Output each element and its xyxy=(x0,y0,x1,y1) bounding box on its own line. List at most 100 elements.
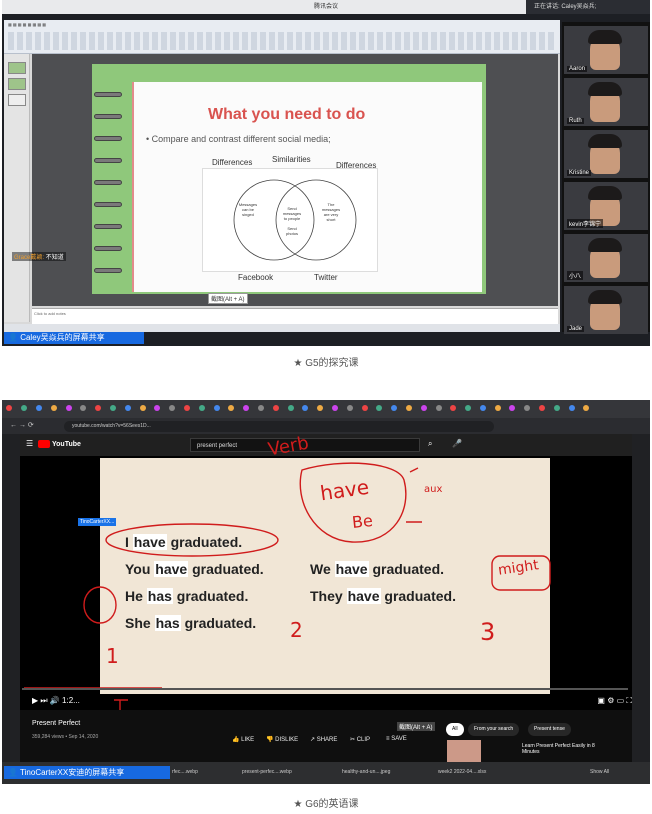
next-icon[interactable]: ⏭ xyxy=(40,696,47,705)
binder-ring xyxy=(94,158,122,163)
settings-icon[interactable]: ⚙ xyxy=(607,696,614,705)
participant-tile[interactable]: kevin李锦宁 xyxy=(564,182,648,230)
ink-be: Be xyxy=(351,510,374,533)
clip-button[interactable]: ✂ CLIP xyxy=(350,736,370,743)
participant-name: Jade xyxy=(567,326,585,332)
annotation-dashes xyxy=(406,467,422,523)
screen-share-banner[interactable]: 👤 TinoCarterXX安迪的屏幕共享 xyxy=(4,766,170,779)
ribbon-tabs[interactable]: ▦ ▦ ▦ ▦ ▦ ▦ ▦ ▦ xyxy=(8,22,46,27)
venn-label-left: Differences xyxy=(212,158,253,167)
participant-tile[interactable]: Jade xyxy=(564,286,648,334)
meeting-screenshot-1: 腾讯会议 正在讲话: Caley吴焱兵; ▦ ▦ ▦ ▦ ▦ ▦ ▦ ▦ Cli… xyxy=(2,0,650,346)
show-all-button[interactable]: Show All xyxy=(590,769,609,775)
binder-ring xyxy=(94,202,122,207)
participant-tile[interactable]: Kristine xyxy=(564,130,648,178)
scissors-icon: ✂ xyxy=(350,737,356,743)
play-icon[interactable]: ▶ xyxy=(32,696,38,705)
user-icon: 👤 xyxy=(8,333,18,342)
ribbon-tools[interactable] xyxy=(8,32,556,50)
hair xyxy=(588,134,622,148)
binder-ring xyxy=(94,92,122,97)
participant-tile[interactable]: 小八 xyxy=(564,234,648,282)
download-item[interactable]: rfec....webp xyxy=(172,769,198,775)
save-label: SAVE xyxy=(391,736,407,742)
binder-ring xyxy=(94,180,122,185)
venn-center-text-1: Send messages to people xyxy=(282,206,302,221)
chip-present-tense[interactable]: Present tense xyxy=(528,723,571,736)
recommended-title[interactable]: Learn Present Perfect Easily in 8 Minute… xyxy=(522,743,612,755)
caption-g5: ★ G5的探究课 xyxy=(293,358,359,369)
venn-label-middle: Similarities xyxy=(272,155,311,164)
screenshot-tooltip: 截图(Alt + A) xyxy=(208,293,248,304)
time-display: 1:2... xyxy=(62,696,80,705)
venn-right-text: The messages are very short xyxy=(321,202,341,222)
share-icon: ↗ xyxy=(310,737,316,743)
chat-user: Grace戴颖: xyxy=(14,255,45,261)
participant-gallery: Aaron Ruth Kristine kevin李锦宁 小八 Jade xyxy=(562,22,650,334)
chat-caption: Grace戴颖: 不知道 xyxy=(12,252,66,261)
venn-label-right: Differences xyxy=(336,161,377,170)
chip-all[interactable]: All xyxy=(446,723,464,736)
like-button[interactable]: 👍 LIKE xyxy=(232,736,254,743)
binder-ring xyxy=(94,114,122,119)
miniplayer-icon[interactable]: ▭ xyxy=(617,696,625,705)
clip-label: CLIP xyxy=(356,737,371,743)
ink-aux: aux xyxy=(424,484,443,495)
chip-from-search[interactable]: From your search xyxy=(468,723,520,736)
player-controls-left[interactable]: ▶ ⏭ 🔊 1:2... xyxy=(32,696,80,706)
participant-name: Kristine xyxy=(567,170,592,176)
caption-g6: ★ G6的英语课 xyxy=(293,799,359,810)
share-button[interactable]: ↗ SHARE xyxy=(310,736,337,743)
player-controls-right[interactable]: ▣ ⚙ ▭ ⛶ xyxy=(597,696,632,706)
binder-ring xyxy=(94,268,122,273)
status-bar xyxy=(4,324,560,332)
venn-caption-left: Facebook xyxy=(238,273,274,282)
participant-name: kevin李锦宁 xyxy=(567,219,604,228)
save-button[interactable]: ≡ SAVE xyxy=(386,736,407,742)
slide-thumbnail[interactable] xyxy=(8,94,26,106)
chat-text: 不知道 xyxy=(45,255,64,261)
share-label: SHARE xyxy=(316,737,338,743)
share-banner-text: TinoCarterXX安迪的屏幕共享 xyxy=(20,768,125,777)
meeting-screenshot-2: ← → ⟳ youtube.com/watch?v=56Sees1D... ☰ … xyxy=(2,400,650,784)
participant-name: Aaron xyxy=(567,66,588,72)
download-item[interactable]: week2 2022-04....xlsx xyxy=(438,769,486,775)
thumb-up-icon: 👍 xyxy=(232,737,240,743)
download-item[interactable]: present-perfec....webp xyxy=(242,769,292,775)
slide-thumbnail[interactable] xyxy=(8,62,26,74)
video-progress-bar[interactable] xyxy=(22,688,628,690)
annotation-circle xyxy=(83,586,117,624)
hair xyxy=(588,30,622,44)
slide-thumbnail[interactable] xyxy=(8,78,26,90)
binder-ring xyxy=(94,246,122,251)
hair xyxy=(588,238,622,252)
volume-icon[interactable]: 🔊 xyxy=(50,696,60,705)
participant-tile[interactable]: Ruth xyxy=(564,78,648,126)
slide-bullet-text: Compare and contrast different social me… xyxy=(151,134,331,144)
participant-tile[interactable]: Aaron xyxy=(564,26,648,74)
download-item[interactable]: healthy-and-un....jpeg xyxy=(342,769,390,775)
hair xyxy=(588,186,622,200)
cc-icon[interactable]: ▣ xyxy=(597,696,605,705)
like-label: LIKE xyxy=(241,737,255,743)
venn-center-text-2: Send photos xyxy=(285,226,298,236)
screenshot-tooltip: 截图(Alt + A) xyxy=(397,722,435,731)
notes-pane[interactable]: Click to add notes xyxy=(32,308,558,324)
venn-caption-right: Twitter xyxy=(314,273,338,282)
speaking-indicator: 正在讲话: Caley吴焱兵; xyxy=(526,0,650,14)
save-icon: ≡ xyxy=(386,736,390,742)
thumb-down-icon: 👎 xyxy=(266,737,274,743)
fullscreen-icon[interactable]: ⛶ xyxy=(626,696,632,705)
screen-share-banner[interactable]: 👤 Caley吴焱兵的屏幕共享 xyxy=(4,332,144,344)
ribbon-toolbar[interactable]: ▦ ▦ ▦ ▦ ▦ ▦ ▦ ▦ xyxy=(4,20,560,54)
binder-ring xyxy=(94,224,122,229)
participant-name: Ruth xyxy=(567,118,584,124)
dislike-button[interactable]: 👎 DISLIKE xyxy=(266,736,298,743)
slide-thumbnails[interactable] xyxy=(4,54,30,322)
slide-bullet: • Compare and contrast different social … xyxy=(146,134,331,144)
dislike-label: DISLIKE xyxy=(275,737,299,743)
annotation-ellipse xyxy=(105,523,279,557)
recommended-thumbnail[interactable] xyxy=(447,740,481,762)
ink-two: 2 xyxy=(290,618,303,642)
binder-ring xyxy=(94,136,122,141)
